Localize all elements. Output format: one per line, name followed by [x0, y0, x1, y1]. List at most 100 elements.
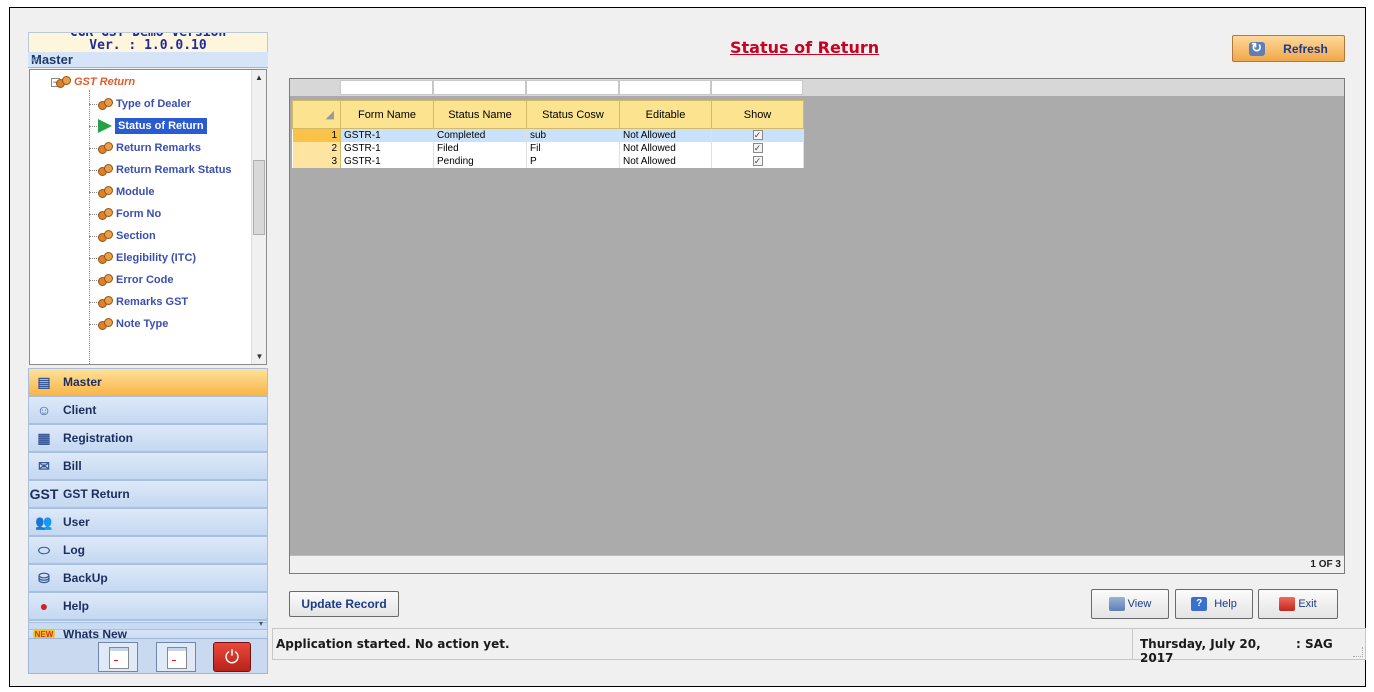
tree-item[interactable]: Return Remark Status: [98, 160, 232, 180]
nav-overflow[interactable]: ▾: [28, 619, 268, 630]
backup-icon: ⛁: [38, 569, 50, 586]
page-title: Status of Return: [730, 38, 880, 57]
table-cell[interactable]: 1: [292, 128, 341, 142]
filter-status-cosw[interactable]: [526, 80, 619, 95]
table-cell: ✓: [711, 128, 804, 142]
table-row[interactable]: 2 GSTR-1 Filed Fil Not Allowed ✓: [292, 142, 804, 155]
view-button[interactable]: View: [1091, 589, 1169, 619]
tree-item[interactable]: Section: [98, 226, 156, 246]
gear-icon: [98, 98, 113, 110]
column-header[interactable]: Form Name: [340, 100, 434, 129]
nav-item-label: User: [63, 515, 90, 529]
table-cell[interactable]: P: [526, 155, 620, 168]
nav-item-gst-return[interactable]: GST GST Return: [28, 480, 268, 508]
nav-item-client[interactable]: ☺ Client: [28, 396, 268, 424]
table-cell[interactable]: GSTR-1: [340, 128, 434, 142]
table-cell[interactable]: Fil: [526, 142, 620, 155]
scroll-down-icon[interactable]: ▼: [252, 349, 266, 364]
gear-icon: [98, 296, 113, 308]
column-header[interactable]: Show: [711, 100, 804, 129]
bill-icon: ✉: [38, 457, 50, 474]
document-icon: [109, 647, 129, 669]
tree-item[interactable]: Remarks GST: [98, 292, 188, 312]
nav-item-registration[interactable]: ▦ Registration: [28, 424, 268, 452]
log-icon: ⬭: [38, 541, 50, 558]
nav-item-backup[interactable]: ⛁ BackUp: [28, 564, 268, 592]
table-cell[interactable]: Not Allowed: [619, 155, 712, 168]
status-grid: ◢ Form Name Status Name Status Cosw Editabl…: [292, 100, 804, 168]
column-header[interactable]: Status Cosw: [526, 100, 620, 129]
filter-row: [290, 79, 1344, 96]
column-header[interactable]: Editable: [619, 100, 712, 129]
nav-item-label: Bill: [63, 459, 82, 473]
tree-item[interactable]: Form No: [98, 204, 161, 224]
minimize-doc-button[interactable]: [98, 642, 138, 672]
gear-icon: [56, 76, 71, 88]
tree-item[interactable]: Return Remarks: [98, 138, 201, 158]
master-icon: ▤: [37, 373, 51, 390]
filter-status-name[interactable]: [433, 80, 526, 95]
client-icon: ☺: [36, 402, 52, 418]
tree-scrollbar[interactable]: ▲ ▼: [251, 70, 266, 364]
view-icon: [1108, 597, 1125, 611]
show-checkbox[interactable]: ✓: [752, 130, 763, 140]
tree-parent-label: GST Return: [74, 76, 136, 88]
user-icon: 👥: [35, 513, 53, 530]
scroll-up-icon[interactable]: ▲: [252, 70, 266, 85]
nav-item-user[interactable]: 👥 User: [28, 508, 268, 536]
nav-item-master[interactable]: ▤ Master: [28, 368, 268, 396]
tree-item[interactable]: Module: [98, 182, 155, 202]
show-checkbox[interactable]: ✓: [752, 143, 763, 153]
table-cell[interactable]: 3: [292, 155, 341, 168]
table-row[interactable]: 1 GSTR-1 Completed sub Not Allowed ✓: [292, 128, 804, 142]
table-row[interactable]: 3 GSTR-1 Pending P Not Allowed ✓: [292, 155, 804, 168]
nav-item-label: BackUp: [63, 571, 108, 585]
help-button[interactable]: ? Help: [1175, 589, 1253, 619]
gear-icon: [98, 318, 113, 330]
tree-item[interactable]: Note Type: [98, 314, 168, 334]
table-cell[interactable]: GSTR-1: [340, 155, 434, 168]
status-message: Application started. No action yet.: [276, 637, 510, 651]
update-record-button[interactable]: Update Record: [289, 591, 399, 617]
table-cell[interactable]: Filed: [433, 142, 527, 155]
collapse-chevron-icon[interactable]: «: [31, 52, 262, 66]
tree-parent-gst-return[interactable]: GST Return: [56, 72, 135, 92]
tree-item[interactable]: Type of Dealer: [98, 94, 191, 114]
nav-item-label: Master: [63, 375, 102, 389]
tree-item[interactable]: Error Code: [98, 270, 173, 290]
nav-item-label: GST Return: [63, 487, 130, 501]
document-icon: [167, 647, 187, 669]
sidebar-header[interactable]: Master «: [28, 52, 268, 68]
column-header[interactable]: Status Name: [433, 100, 527, 129]
refresh-button[interactable]: Refresh: [1232, 35, 1345, 62]
show-checkbox[interactable]: ✓: [752, 156, 763, 166]
filter-form-name[interactable]: [340, 80, 433, 95]
data-grid-container: ◢ Form Name Status Name Status Cosw Editabl…: [289, 78, 1345, 574]
sidebar-toolbar: ⏻: [28, 638, 268, 674]
nav-item-bill[interactable]: ✉ Bill: [28, 452, 268, 480]
filter-show[interactable]: [711, 80, 803, 95]
table-cell[interactable]: Not Allowed: [619, 128, 712, 142]
help-label: Help: [1214, 598, 1237, 610]
tree-item-label: Return Remarks: [116, 142, 201, 154]
scroll-thumb[interactable]: [253, 160, 265, 235]
nav-item-help[interactable]: ● Help: [28, 592, 268, 620]
table-cell[interactable]: GSTR-1: [340, 142, 434, 155]
resize-grip-icon[interactable]: [1353, 647, 1363, 657]
tree-item[interactable]: Status of Return: [98, 116, 207, 136]
grid-corner[interactable]: ◢: [292, 100, 341, 129]
restore-doc-button[interactable]: [156, 642, 196, 672]
table-cell[interactable]: Completed: [433, 128, 527, 142]
master-tree: − GST Return Type of Dealer Status of Ret…: [29, 69, 267, 365]
power-icon[interactable]: ⏻: [213, 642, 251, 672]
exit-button[interactable]: Exit: [1258, 589, 1338, 619]
nav-item-log[interactable]: ⬭ Log: [28, 536, 268, 564]
gear-icon: [98, 142, 113, 154]
refresh-icon: [1249, 40, 1266, 56]
table-cell[interactable]: 2: [292, 142, 341, 155]
tree-item[interactable]: Elegibility (ITC): [98, 248, 196, 268]
table-cell[interactable]: sub: [526, 128, 620, 142]
filter-editable[interactable]: [619, 80, 711, 95]
table-cell[interactable]: Pending: [433, 155, 527, 168]
table-cell[interactable]: Not Allowed: [619, 142, 712, 155]
